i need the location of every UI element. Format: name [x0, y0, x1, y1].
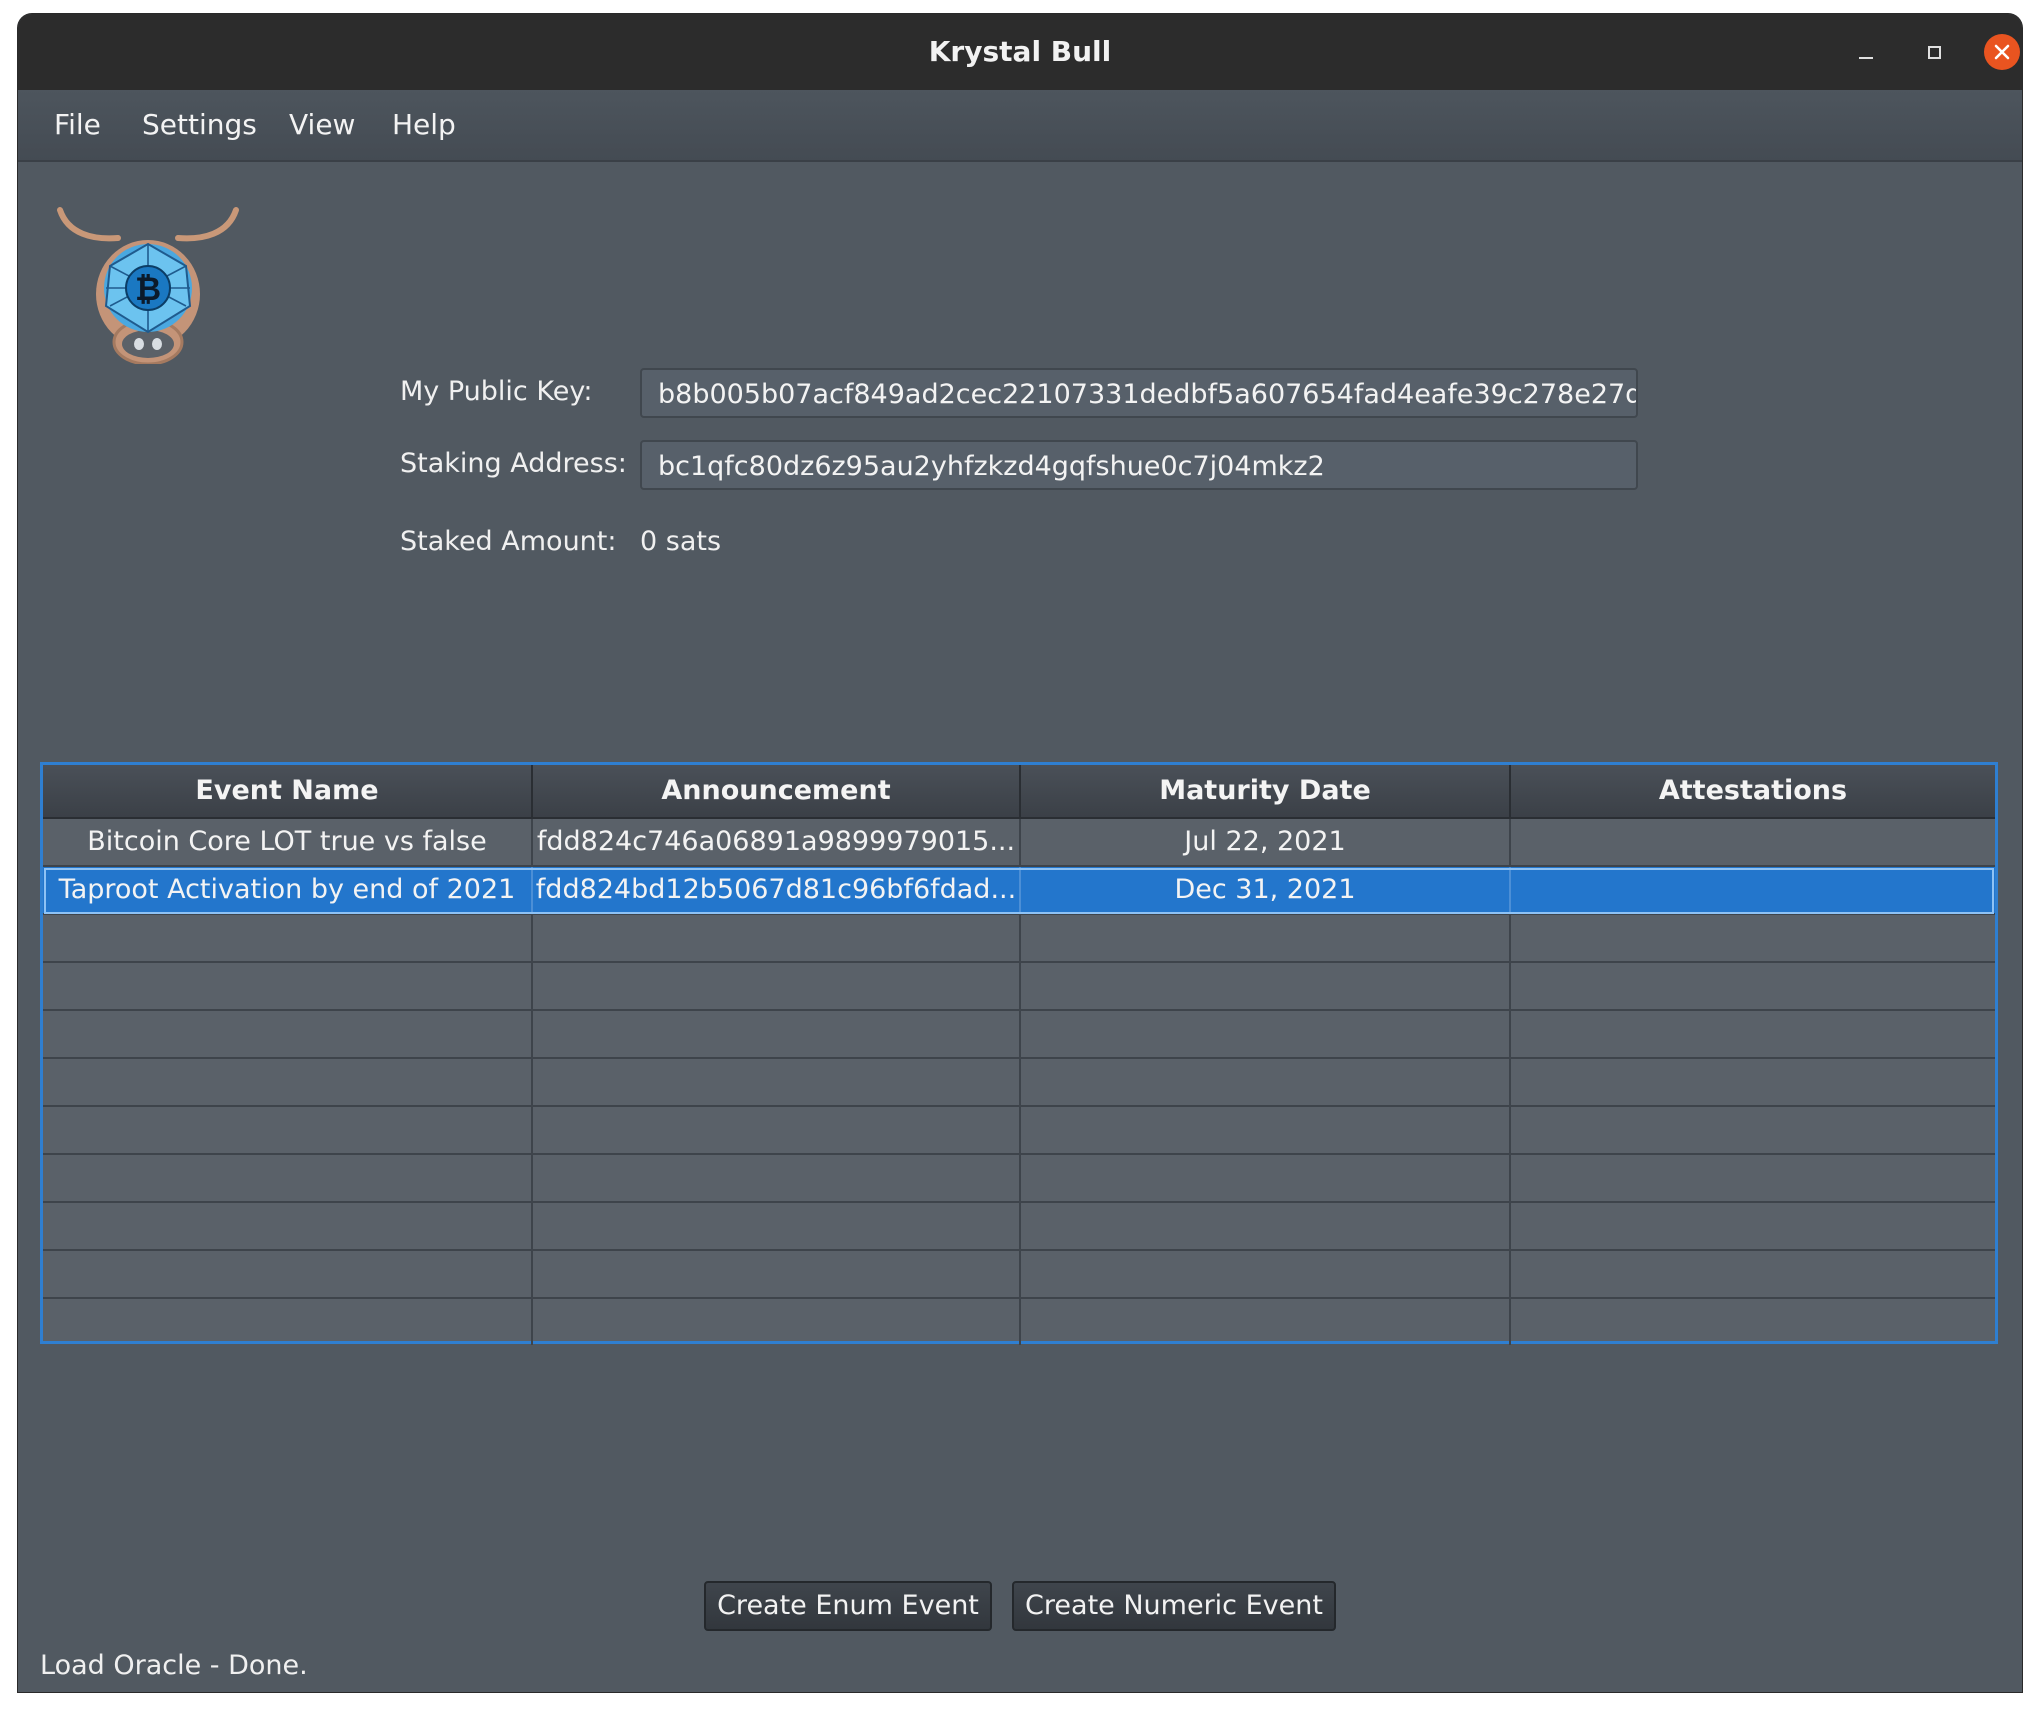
create-enum-event-button[interactable]: Create Enum Event: [704, 1581, 992, 1631]
title-bar[interactable]: Krystal Bull: [18, 14, 2022, 90]
table-body: Bitcoin Core LOT true vs false fdd824c74…: [43, 819, 1995, 1347]
menu-bar: File Settings View Help: [18, 90, 2022, 162]
column-header-announcement[interactable]: Announcement: [533, 765, 1021, 817]
menu-settings[interactable]: Settings: [142, 90, 257, 160]
menu-file[interactable]: File: [54, 90, 101, 160]
public-key-label: My Public Key:: [400, 376, 593, 407]
empty-table-row: [43, 1251, 1995, 1299]
empty-table-row: [43, 1155, 1995, 1203]
staking-address-label: Staking Address:: [400, 448, 627, 479]
table-row[interactable]: Bitcoin Core LOT true vs false fdd824c74…: [43, 819, 1995, 867]
attestations-cell: [1511, 819, 1995, 865]
events-table[interactable]: Event Name Announcement Maturity Date At…: [40, 762, 1998, 1347]
column-header-maturity-date[interactable]: Maturity Date: [1021, 765, 1511, 817]
empty-table-row: [43, 915, 1995, 963]
close-button[interactable]: [1984, 34, 2020, 70]
empty-table-row: [43, 1203, 1995, 1251]
menu-view[interactable]: View: [289, 90, 355, 160]
minimize-button[interactable]: [1848, 34, 1884, 70]
svg-text:₿: ₿: [135, 270, 161, 308]
maturity-date-cell: Jul 22, 2021: [1021, 819, 1511, 865]
status-bar-text: Load Oracle - Done.: [40, 1650, 308, 1681]
announcement-cell: fdd824bd12b5067d81c96bf6fdad...: [533, 867, 1021, 913]
empty-table-row: [43, 1299, 1995, 1347]
window-title: Krystal Bull: [928, 35, 1112, 68]
attestations-cell: [1511, 867, 1995, 913]
table-row-selected[interactable]: Taproot Activation by end of 2021 fdd824…: [43, 867, 1995, 915]
maturity-date-cell: Dec 31, 2021: [1021, 867, 1511, 913]
maximize-icon: [1927, 45, 1941, 59]
event-name-cell: Bitcoin Core LOT true vs false: [43, 819, 533, 865]
app-window: Krystal Bull File Settings View Help ₿ M…: [18, 14, 2022, 1692]
empty-table-row: [43, 963, 1995, 1011]
column-header-attestations[interactable]: Attestations: [1511, 765, 1995, 817]
maximize-button[interactable]: [1916, 34, 1952, 70]
empty-table-row: [43, 1107, 1995, 1155]
empty-table-row: [43, 1011, 1995, 1059]
staked-amount-value: 0 sats: [640, 526, 722, 557]
staked-amount-label: Staked Amount:: [400, 526, 617, 557]
public-key-field[interactable]: b8b005b07acf849ad2cec22107331dedbf5a6076…: [640, 368, 1638, 418]
minimize-icon: [1859, 57, 1873, 59]
krystal-bull-logo: ₿: [57, 207, 239, 364]
empty-table-row: [43, 1059, 1995, 1107]
staking-address-field[interactable]: bc1qfc80dz6z95au2yhfzkzd4gqfshue0c7j04mk…: [640, 440, 1638, 490]
event-name-cell: Taproot Activation by end of 2021: [43, 867, 533, 913]
close-icon: [1994, 44, 2010, 60]
column-header-event-name[interactable]: Event Name: [43, 765, 533, 817]
announcement-cell: fdd824c746a06891a9899979015...: [533, 819, 1021, 865]
create-numeric-event-button[interactable]: Create Numeric Event: [1012, 1581, 1336, 1631]
table-header: Event Name Announcement Maturity Date At…: [43, 765, 1995, 819]
menu-help[interactable]: Help: [392, 90, 456, 160]
